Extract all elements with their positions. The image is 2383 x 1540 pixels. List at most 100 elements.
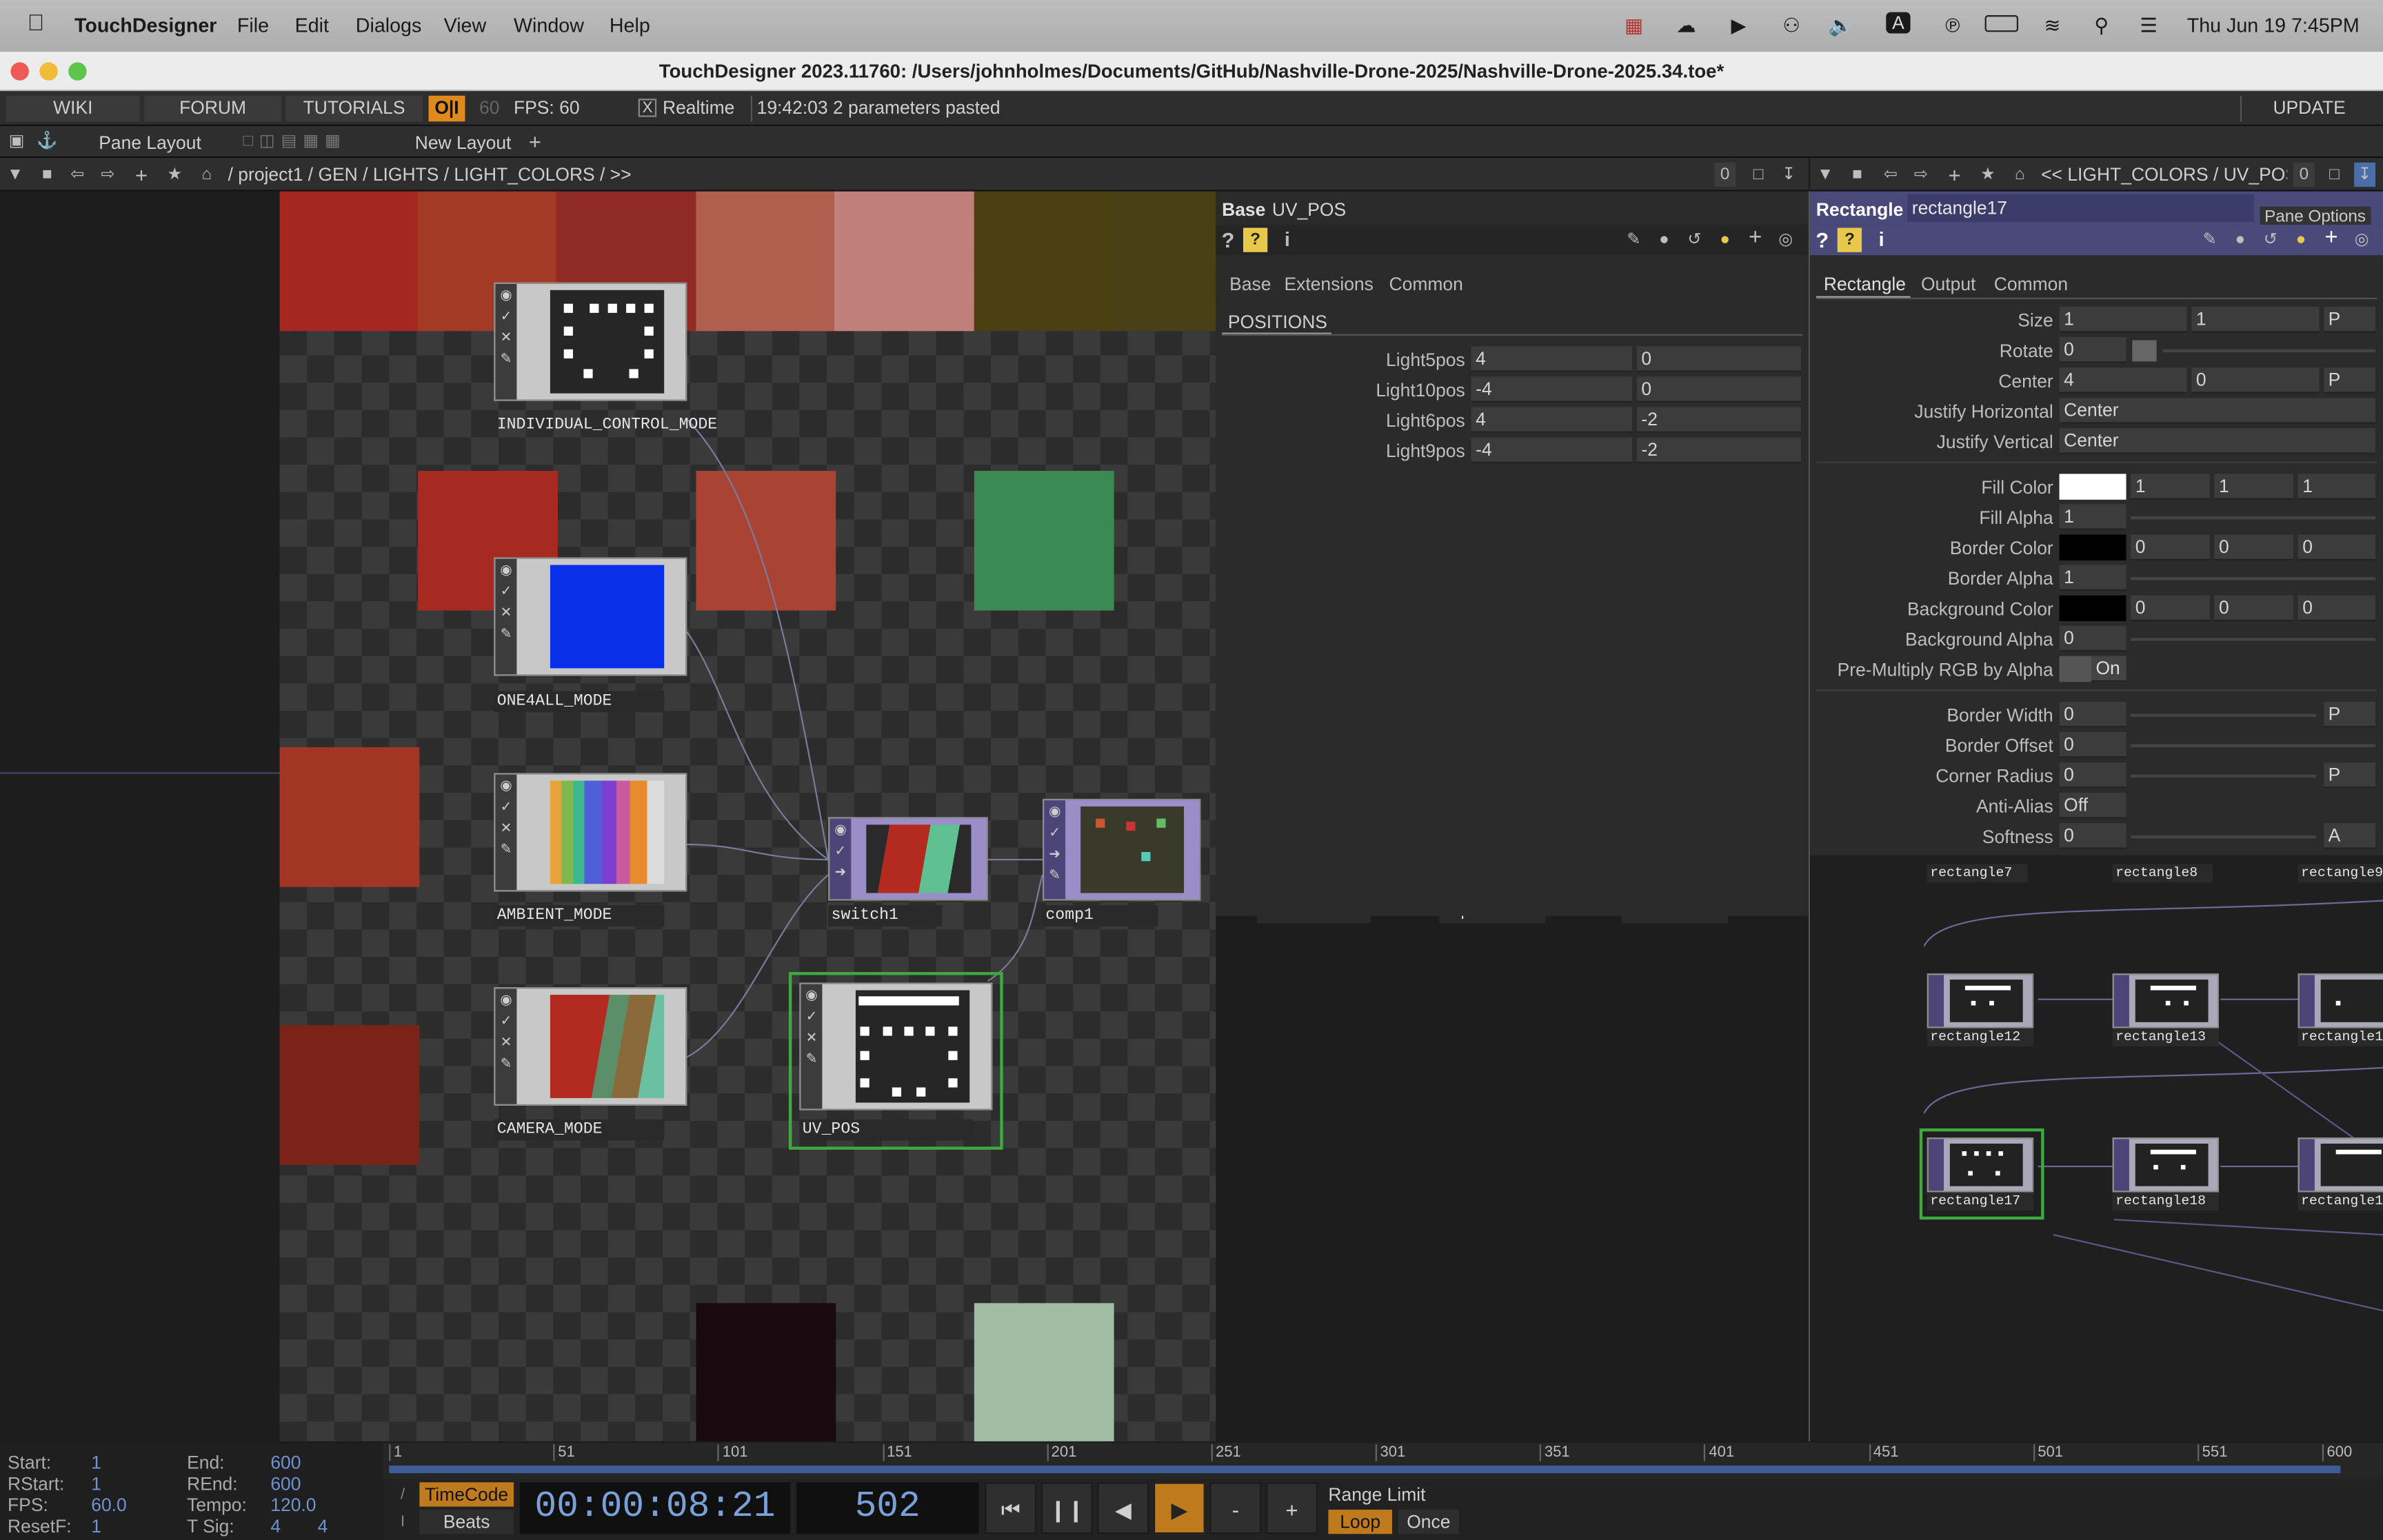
right-download-icon[interactable]: ↧ bbox=[2354, 162, 2376, 187]
timeline-range-bar[interactable] bbox=[389, 1466, 2341, 1474]
input-source-icon[interactable]: A bbox=[1886, 12, 1911, 34]
param-field[interactable]: 0 bbox=[2191, 367, 2320, 394]
edit-icon[interactable]: ✎ bbox=[2199, 227, 2220, 252]
volume-icon[interactable]: 🔊 bbox=[1829, 14, 1853, 38]
beats-button[interactable]: Beats bbox=[419, 1509, 514, 1534]
param-field[interactable]: 0 bbox=[2297, 534, 2376, 560]
play-circle-icon[interactable]: ▶ bbox=[1731, 14, 1746, 38]
menu-app-name[interactable]: TouchDesigner bbox=[74, 14, 217, 37]
op-name-field[interactable]: rectangle17 bbox=[1907, 194, 2254, 222]
unit-menu[interactable]: P bbox=[2324, 762, 2376, 789]
param-field[interactable]: 0 bbox=[2059, 823, 2126, 849]
right-network-path[interactable]: << LIGHT_COLORS / UV_POS bbox=[2041, 163, 2287, 187]
right-path-counter[interactable]: 0 bbox=[2293, 162, 2315, 187]
pane-layout-presets[interactable]: □◫▤▦▦ bbox=[213, 129, 377, 153]
dropdown-field[interactable]: Center bbox=[2059, 428, 2376, 454]
gift-icon[interactable]: ▦ bbox=[1625, 14, 1643, 38]
slider-track[interactable] bbox=[2131, 516, 2376, 520]
right-forward-icon[interactable]: ⇨ bbox=[1911, 163, 1932, 187]
info-icon[interactable]: i bbox=[1280, 227, 1295, 252]
close-window-button[interactable] bbox=[10, 62, 29, 81]
rend-value[interactable]: 600 bbox=[270, 1473, 301, 1495]
menu-window[interactable]: Window bbox=[514, 14, 584, 37]
op-rectangle17[interactable] bbox=[1927, 1137, 2034, 1193]
apple-icon[interactable]:  bbox=[28, 10, 45, 36]
menu-dialogs[interactable]: Dialogs bbox=[356, 14, 422, 37]
cloud-icon[interactable]: ☁ bbox=[1676, 14, 1696, 38]
python-help-icon[interactable]: ? bbox=[1837, 227, 1862, 252]
param-field[interactable]: 4 bbox=[2059, 367, 2187, 394]
pane-menu-icon[interactable]: ▼ bbox=[6, 163, 24, 187]
op-switch1[interactable]: ◉ ✓ ➜ bbox=[828, 817, 988, 901]
right-pane-type-icon[interactable]: ■ bbox=[1847, 163, 1868, 187]
python-help-icon[interactable]: ? bbox=[1243, 227, 1268, 252]
menu-help[interactable]: Help bbox=[610, 14, 650, 37]
search-icon[interactable]: ⚲ bbox=[2094, 14, 2109, 38]
op-camera-mode[interactable]: ◉ ✓ ✕ ✎ bbox=[494, 987, 687, 1106]
op-rectangle13[interactable] bbox=[2112, 973, 2219, 1029]
resetf-value[interactable]: 1 bbox=[91, 1516, 101, 1537]
timecode-button[interactable]: TimeCode bbox=[419, 1482, 514, 1507]
op-comp1[interactable]: ◉ ✓ ➜ ✎ bbox=[1043, 798, 1201, 901]
op-rectangle18[interactable] bbox=[2112, 1137, 2219, 1193]
slider-track[interactable] bbox=[2131, 774, 2317, 778]
loop-button[interactable]: Loop bbox=[1328, 1509, 1392, 1534]
tutorials-button[interactable]: TUTORIALS bbox=[285, 95, 423, 122]
menubar-clock[interactable]: Thu Jun 19 7:45PM bbox=[2187, 14, 2360, 37]
param-field[interactable]: 0 bbox=[1636, 376, 1801, 403]
menu-edit[interactable]: Edit bbox=[295, 14, 329, 37]
op-ambient-mode[interactable]: ◉ ✓ ✕ ✎ bbox=[494, 773, 687, 892]
timecode-mode-icon[interactable]: / bbox=[392, 1482, 414, 1506]
reset-icon[interactable]: ↺ bbox=[1684, 227, 1705, 252]
frame-display[interactable]: 502 bbox=[796, 1482, 979, 1534]
timecode-display[interactable]: 00:00:08:21 bbox=[519, 1482, 791, 1534]
add-op-icon[interactable]: + bbox=[131, 163, 152, 187]
op-one4all-mode[interactable]: ◉ ✓ ✕ ✎ bbox=[494, 557, 687, 676]
slider-track[interactable] bbox=[2162, 349, 2376, 353]
slider-track[interactable] bbox=[2131, 835, 2317, 839]
param-field[interactable]: 1 bbox=[2191, 307, 2320, 333]
realtime-checkbox[interactable]: X bbox=[638, 99, 657, 117]
forum-button[interactable]: FORUM bbox=[144, 95, 281, 122]
unit-menu[interactable]: P bbox=[2324, 307, 2376, 333]
download-icon[interactable]: ↧ bbox=[1778, 163, 1800, 187]
param-field[interactable]: 0 bbox=[2131, 534, 2210, 560]
slider-track[interactable] bbox=[2131, 638, 2376, 641]
op-label[interactable]: rectangle9 bbox=[2297, 864, 2383, 883]
fps-value[interactable]: 60.0 bbox=[91, 1495, 126, 1516]
param-field[interactable]: -4 bbox=[1471, 376, 1633, 403]
param-field[interactable]: 1 bbox=[2059, 504, 2126, 530]
rotate-knob[interactable] bbox=[2132, 340, 2157, 362]
reset-icon[interactable]: ↺ bbox=[2260, 227, 2281, 252]
right-star-icon[interactable]: ★ bbox=[1978, 163, 1999, 187]
param-field[interactable]: 1 bbox=[2214, 474, 2293, 500]
help-icon[interactable]: ? bbox=[1813, 227, 1831, 252]
step-forward-button[interactable]: + bbox=[1266, 1482, 1318, 1534]
start-value[interactable]: 1 bbox=[91, 1452, 101, 1473]
home-icon[interactable]: ⌂ bbox=[196, 163, 217, 187]
add-param-icon[interactable]: + bbox=[1744, 225, 1766, 250]
wiki-button[interactable]: WIKI bbox=[6, 95, 140, 122]
minimize-window-button[interactable] bbox=[39, 62, 58, 81]
right-maximize-icon[interactable]: □ bbox=[2324, 163, 2345, 187]
menu-view[interactable]: View bbox=[444, 14, 487, 37]
param-field[interactable]: 0 bbox=[1636, 346, 1801, 372]
once-button[interactable]: Once bbox=[1398, 1509, 1459, 1534]
accessibility-icon[interactable]: ⚇ bbox=[1782, 14, 1800, 38]
tab-output[interactable]: Output bbox=[1921, 274, 1975, 295]
param-field[interactable]: 1 bbox=[2059, 307, 2187, 333]
page-positions[interactable]: POSITIONS bbox=[1228, 312, 1327, 333]
wifi-icon[interactable]: ≋ bbox=[2044, 14, 2061, 38]
pane-type-icon[interactable]: ■ bbox=[37, 163, 58, 187]
unit-menu[interactable]: A bbox=[2324, 823, 2376, 849]
comment-icon[interactable]: ● bbox=[2229, 227, 2251, 252]
menu-file[interactable]: File bbox=[237, 14, 269, 37]
param-field[interactable]: 0 bbox=[2214, 534, 2293, 560]
rstart-value[interactable]: 1 bbox=[91, 1473, 101, 1495]
op-name-label[interactable]: UV_POS bbox=[1272, 199, 1346, 221]
param-field[interactable]: 0 bbox=[2059, 701, 2126, 728]
step-back-button[interactable]: - bbox=[1209, 1482, 1262, 1534]
play-button[interactable]: ▶ bbox=[1153, 1482, 1205, 1534]
param-field[interactable]: -2 bbox=[1636, 437, 1801, 463]
op-label[interactable]: rectangle7 bbox=[1927, 864, 2028, 883]
